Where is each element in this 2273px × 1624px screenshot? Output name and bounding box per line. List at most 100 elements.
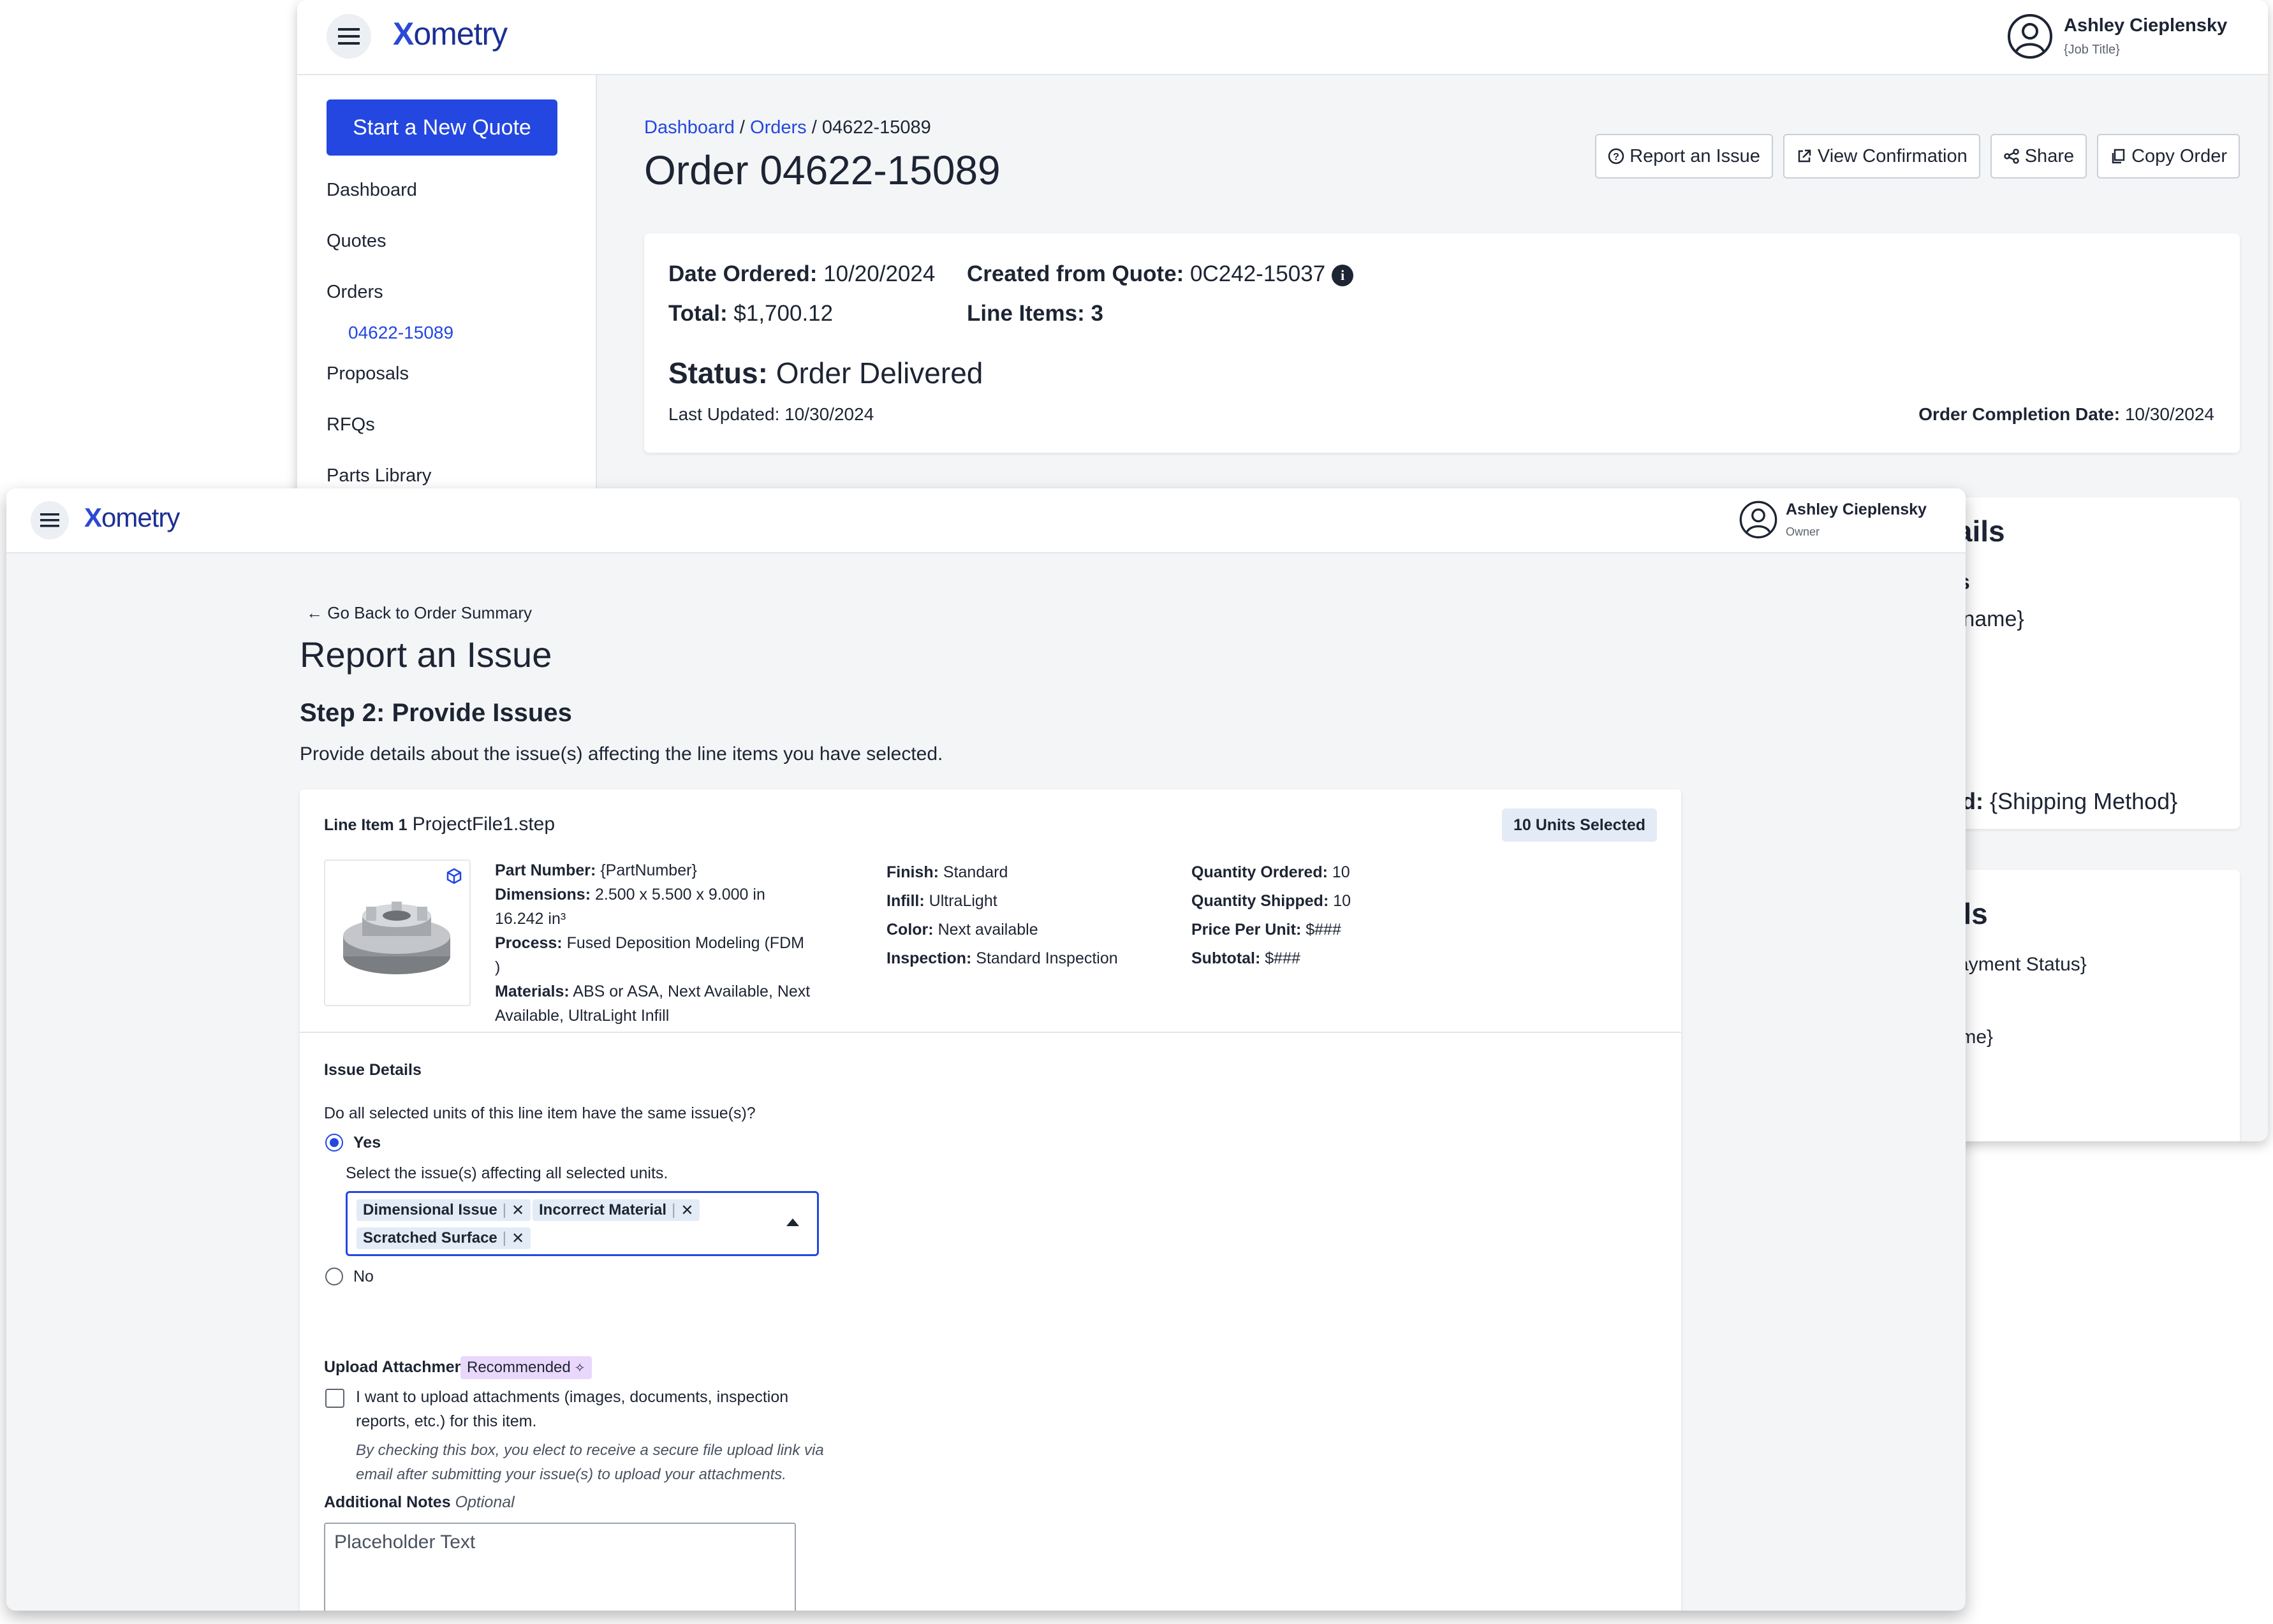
- xometry-logo[interactable]: Xometry: [393, 15, 508, 52]
- issue-chip: Dimensional Issue | ✕: [357, 1199, 531, 1221]
- additional-notes-label: Additional Notes Optional: [324, 1493, 515, 1512]
- sidebar-item-current-order[interactable]: 04622-15089: [348, 323, 453, 343]
- spec-key: Process:: [495, 934, 563, 952]
- spec-infill: Infill: UltraLight: [886, 887, 1154, 916]
- menu-icon[interactable]: [327, 14, 371, 59]
- copy-order-label: Copy Order: [2131, 145, 2227, 166]
- completion-date-value: 10/30/2024: [2124, 404, 2214, 424]
- sidebar-item-proposals[interactable]: Proposals: [327, 363, 409, 384]
- user-menu[interactable]: Ashley Cieplensky Owner: [1739, 500, 1927, 539]
- breadcrumb-orders[interactable]: Orders: [750, 117, 807, 138]
- date-ordered: Date Ordered: 10/20/2024: [668, 261, 935, 287]
- page-title: Order 04622-15089: [644, 147, 1001, 193]
- spec-subtotal: Subtotal: $###: [1191, 944, 1459, 973]
- issue-details-heading: Issue Details: [324, 1061, 422, 1079]
- recommended-label: Recommended: [467, 1359, 571, 1376]
- back-link-label: Go Back to Order Summary: [327, 603, 532, 622]
- sidebar-item-parts-library[interactable]: Parts Library: [327, 465, 431, 486]
- line-items-count: Line Items: 3: [967, 301, 1103, 326]
- user-role: {Job Title}: [2064, 43, 2120, 57]
- spec-key: Color:: [886, 921, 934, 939]
- caret-up-icon[interactable]: [786, 1218, 799, 1226]
- copy-order-button[interactable]: Copy Order: [2097, 134, 2240, 179]
- sidebar-item-dashboard[interactable]: Dashboard: [327, 180, 417, 201]
- user-name: Ashley Cieplensky: [1786, 501, 1927, 518]
- spec-color: Color: Next available: [886, 916, 1154, 944]
- spec-qty-shipped: Quantity Shipped: 10: [1191, 887, 1459, 916]
- start-new-quote-button[interactable]: Start a New Quote: [327, 99, 557, 156]
- spec-inspection: Inspection: Standard Inspection: [886, 944, 1154, 973]
- report-issue-window: Xometry Ashley Cieplensky Owner ← Go Bac…: [6, 488, 1966, 1611]
- breadcrumb-separator: /: [734, 117, 751, 138]
- remove-chip-icon[interactable]: ✕: [511, 1201, 524, 1220]
- yes-radio[interactable]: [325, 1134, 343, 1152]
- breadcrumb: Dashboard / Orders / 04622-15089: [644, 117, 931, 138]
- spec-volume: 16.242 in³: [495, 907, 814, 931]
- menu-icon[interactable]: [31, 501, 69, 539]
- logo-text: ometry: [101, 502, 180, 532]
- chip-label: Scratched Surface: [363, 1229, 497, 1247]
- spec-value: Standard Inspection: [976, 949, 1118, 967]
- info-icon[interactable]: i: [1332, 264, 1354, 286]
- logo-x: X: [84, 502, 102, 532]
- external-link-icon: [1798, 149, 1811, 163]
- xometry-logo[interactable]: Xometry: [84, 502, 180, 533]
- back-to-order-summary-link[interactable]: ← Go Back to Order Summary: [306, 603, 532, 623]
- sidebar-item-rfqs[interactable]: RFQs: [327, 414, 375, 435]
- remove-chip-icon[interactable]: ✕: [680, 1201, 693, 1220]
- order-total: Total: $1,700.12: [668, 301, 833, 326]
- line-items-label: Line Items:: [967, 301, 1085, 326]
- created-from-quote-label: Created from Quote:: [967, 261, 1184, 286]
- spec-value: 10: [1333, 892, 1351, 910]
- order-summary-card: Date Ordered: 10/20/2024 Created from Qu…: [644, 233, 2240, 453]
- spec-process: Process: Fused Deposition Modeling (FDM …: [495, 931, 814, 979]
- spec-dimensions: Dimensions: 2.500 x 5.500 x 9.000 in: [495, 882, 814, 907]
- user-menu[interactable]: Ashley Cieplensky {Job Title}: [2006, 13, 2227, 60]
- issue-multiselect[interactable]: Dimensional Issue | ✕ Incorrect Material | ✕…: [346, 1191, 819, 1256]
- upload-attachments-label: I want to upload attachments (images, do…: [356, 1388, 789, 1430]
- view-confirmation-label: View Confirmation: [1817, 145, 1968, 166]
- breadcrumb-dashboard[interactable]: Dashboard: [644, 117, 735, 138]
- report-issue-label: Report an Issue: [1629, 145, 1760, 166]
- report-issue-button[interactable]: ? Report an Issue: [1595, 134, 1773, 179]
- remove-chip-icon[interactable]: ✕: [511, 1229, 524, 1248]
- yes-radio-label: Yes: [353, 1134, 381, 1152]
- sidebar-item-orders[interactable]: Orders: [327, 282, 383, 303]
- sidebar-item-quotes[interactable]: Quotes: [327, 231, 386, 252]
- page-title: Report an Issue: [300, 634, 552, 675]
- spec-key: Quantity Ordered:: [1191, 863, 1328, 881]
- additional-notes-input[interactable]: [324, 1523, 796, 1611]
- spec-part-number: Part Number: {PartNumber}: [495, 858, 814, 882]
- spec-value: $###: [1265, 949, 1300, 967]
- order-actions: ? Report an Issue View Confirmation Shar…: [1595, 134, 2240, 179]
- view-confirmation-button[interactable]: View Confirmation: [1783, 134, 1980, 179]
- date-ordered-label: Date Ordered:: [668, 261, 818, 286]
- spec-value: 10: [1332, 863, 1350, 881]
- last-updated: Last Updated: 10/30/2024: [668, 404, 874, 425]
- no-radio-label: No: [353, 1268, 374, 1285]
- sparkle-icon: ✧: [574, 1361, 585, 1375]
- spec-finish: Finish: Standard: [886, 858, 1154, 887]
- no-radio[interactable]: [325, 1268, 343, 1285]
- units-selected-badge: 10 Units Selected: [1501, 808, 1657, 842]
- user-avatar-icon: [2008, 14, 2052, 59]
- spec-value: 2.500 x 5.500 x 9.000 in: [594, 886, 765, 903]
- spec-key: Part Number:: [495, 861, 596, 879]
- share-label: Share: [2024, 145, 2075, 166]
- spec-key: Finish:: [886, 863, 939, 881]
- spec-key: Dimensions:: [495, 886, 591, 903]
- spec-value: $###: [1306, 921, 1341, 939]
- spec-key: Price Per Unit:: [1191, 921, 1302, 939]
- spec-value: UltraLight: [929, 892, 997, 910]
- spec-value: Available, UltraLight Infill: [495, 1007, 670, 1025]
- quote-number-link[interactable]: 0C242-15037: [1190, 261, 1325, 286]
- upload-attachments-checkbox[interactable]: [325, 1389, 344, 1408]
- order-status: Status: Order Delivered: [668, 356, 983, 390]
- part-image: [343, 902, 450, 974]
- share-button[interactable]: Share: [1990, 134, 2087, 179]
- spec-key: Materials:: [495, 983, 570, 1000]
- logo-x: X: [393, 16, 414, 52]
- part-thumbnail[interactable]: [324, 860, 471, 1006]
- spec-column-1: Part Number: {PartNumber} Dimensions: 2.…: [495, 858, 814, 1028]
- spec-materials: Materials: ABS or ASA, Next Available, N…: [495, 979, 814, 1004]
